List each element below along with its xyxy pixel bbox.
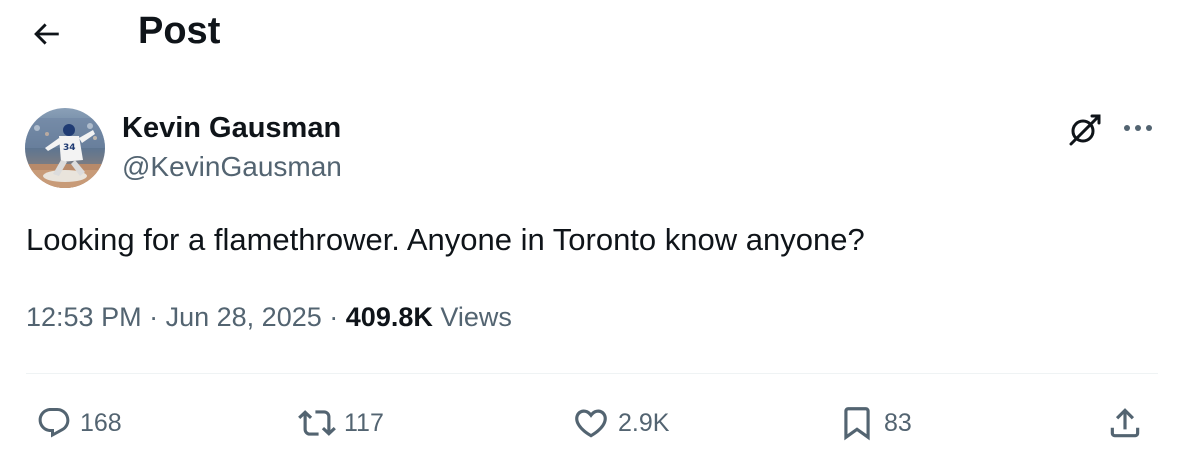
avatar[interactable]: 34 (25, 108, 105, 188)
repost-icon (298, 404, 336, 442)
page-title: Post (138, 10, 221, 52)
share-button[interactable] (1106, 400, 1144, 446)
share-icon (1106, 404, 1144, 442)
back-button[interactable] (26, 14, 66, 54)
tweet-date[interactable]: Jun 28, 2025 (166, 302, 322, 332)
grok-button[interactable] (1064, 110, 1104, 150)
author-handle[interactable]: @KevinGausman (122, 151, 342, 183)
bookmark-count: 83 (884, 408, 912, 437)
tweet-text: Looking for a flamethrower. Anyone in To… (26, 222, 865, 257)
reply-count: 168 (80, 408, 122, 437)
more-horizontal-icon (1122, 123, 1154, 133)
grok-icon (1066, 112, 1102, 148)
heart-icon (572, 404, 610, 442)
bookmark-icon (838, 404, 876, 442)
tweet-time[interactable]: 12:53 PM (26, 302, 142, 332)
page-header: Post (0, 0, 1192, 64)
more-options-button[interactable] (1118, 110, 1158, 146)
reply-icon (36, 405, 72, 441)
bookmark-button[interactable]: 83 (838, 400, 912, 446)
like-button[interactable]: 2.9K (572, 400, 669, 446)
divider (26, 373, 1158, 374)
arrow-left-icon (29, 17, 63, 51)
tweet-meta: 12:53 PM · Jun 28, 2025 · 409.8K Views (26, 302, 512, 333)
like-count: 2.9K (618, 408, 670, 437)
svg-text:34: 34 (63, 143, 76, 153)
author-name[interactable]: Kevin Gausman (122, 112, 341, 145)
views-label: Views (440, 302, 512, 332)
repost-button[interactable]: 117 (298, 400, 384, 446)
repost-count: 117 (344, 408, 384, 437)
meta-separator: · (329, 302, 339, 332)
reply-button[interactable]: 168 (36, 400, 122, 446)
views-count: 409.8K (345, 302, 433, 332)
meta-separator: · (149, 302, 159, 332)
